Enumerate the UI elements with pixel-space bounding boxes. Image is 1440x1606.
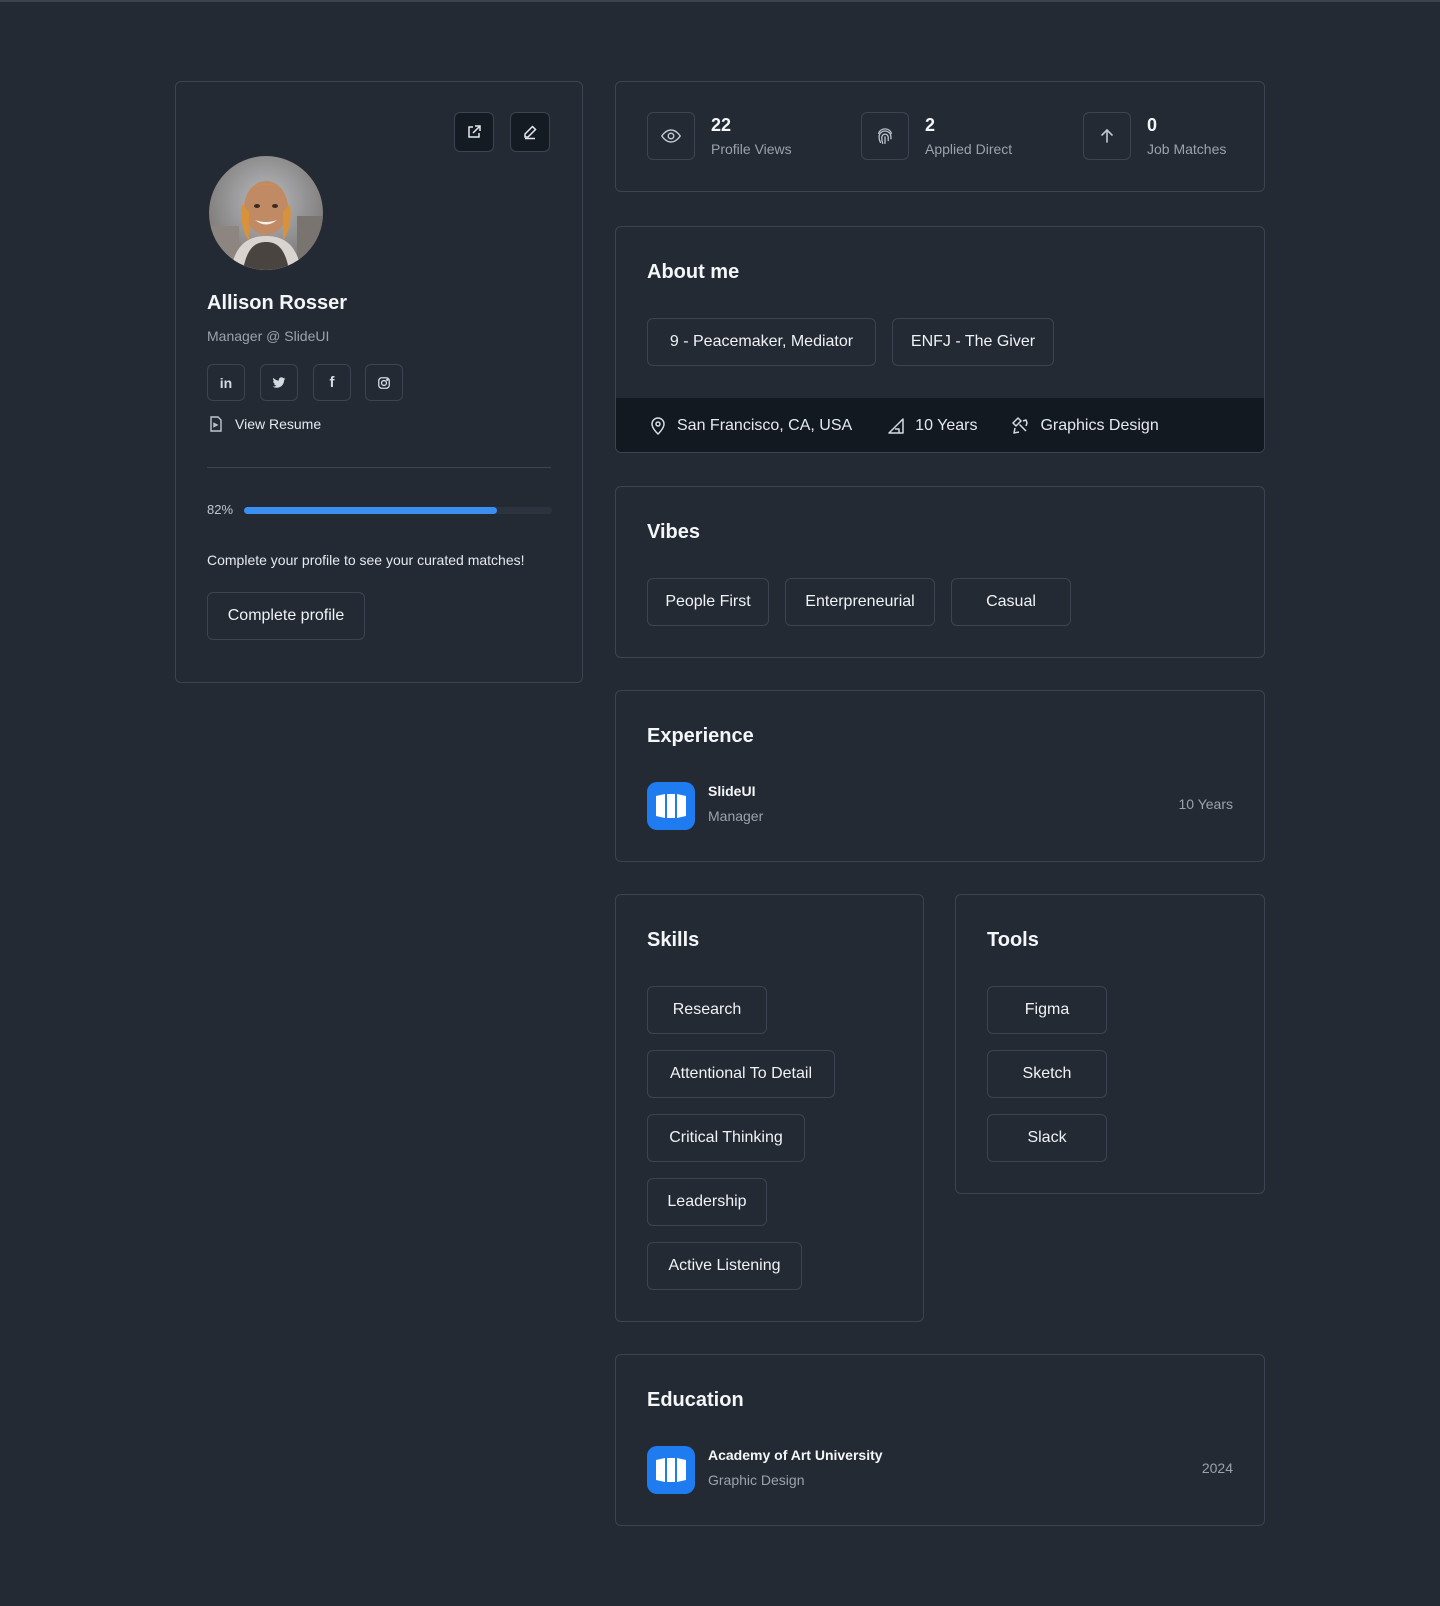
education-year: 2024 bbox=[1201, 1460, 1233, 1476]
edit-button[interactable] bbox=[510, 112, 550, 152]
eye-icon bbox=[660, 129, 682, 143]
avatar bbox=[209, 156, 323, 270]
about-card: About me 9 - Peacemaker, Mediator ENFJ -… bbox=[615, 226, 1265, 453]
skill-chip[interactable]: Critical Thinking bbox=[647, 1114, 805, 1162]
location-text: San Francisco, CA, USA bbox=[677, 417, 853, 434]
experience-card: Experience SlideUI Manager 10 Years bbox=[615, 690, 1265, 862]
education-school: Academy of Art University bbox=[708, 1447, 883, 1463]
complete-profile-button[interactable]: Complete profile bbox=[207, 592, 365, 640]
share-button[interactable] bbox=[454, 112, 494, 152]
school-logo-icon bbox=[656, 1458, 686, 1482]
profile-role: Manager @ SlideUI bbox=[207, 328, 330, 344]
education-card: Education Academy of Art University Grap… bbox=[615, 1354, 1265, 1526]
tool-chip[interactable]: Sketch bbox=[987, 1050, 1107, 1098]
experience-years-item: 10 Years bbox=[886, 416, 977, 436]
stat-views-label: Profile Views bbox=[711, 141, 792, 157]
vibes-card: Vibes People First Enterpreneurial Casua… bbox=[615, 486, 1265, 658]
skills-title: Skills bbox=[647, 929, 700, 951]
field-text: Graphics Design bbox=[1040, 417, 1159, 434]
profile-card: Allison Rosser Manager @ SlideUI in f Vi… bbox=[175, 81, 583, 683]
experience-years-text: 10 Years bbox=[915, 417, 978, 434]
stat-views-value: 22 bbox=[711, 115, 732, 135]
set-square-icon bbox=[888, 418, 904, 434]
skills-card: Skills Research Attentional To Detail Cr… bbox=[615, 894, 924, 1322]
stat-views-icon-box bbox=[647, 112, 695, 160]
arrow-up-icon bbox=[1101, 128, 1113, 143]
enneagram-chip[interactable]: 9 - Peacemaker, Mediator bbox=[647, 318, 876, 366]
vibe-chip[interactable]: Casual bbox=[951, 578, 1071, 626]
stats-card: 22 Profile Views 2 Applied Direct 0 Job … bbox=[615, 81, 1265, 192]
company-logo-icon bbox=[656, 794, 686, 818]
pencil-icon bbox=[524, 125, 537, 140]
tools-title: Tools bbox=[987, 929, 1039, 951]
progress-percent: 82% bbox=[207, 502, 234, 517]
vibes-title: Vibes bbox=[647, 521, 700, 543]
skill-chip[interactable]: Research bbox=[647, 986, 767, 1034]
divider bbox=[207, 467, 551, 468]
field-item: Graphics Design bbox=[1011, 416, 1159, 436]
experience-position: Manager bbox=[708, 808, 764, 824]
linkedin-icon: in bbox=[219, 374, 233, 391]
tools-card: Tools Figma Sketch Slack bbox=[955, 894, 1265, 1194]
tool-chip[interactable]: Figma bbox=[987, 986, 1107, 1034]
twitter-icon bbox=[272, 376, 286, 388]
skill-chip[interactable]: Attentional To Detail bbox=[647, 1050, 835, 1098]
experience-duration: 10 Years bbox=[1178, 796, 1234, 812]
location-item: San Francisco, CA, USA bbox=[648, 416, 852, 436]
instagram-button[interactable] bbox=[365, 364, 403, 401]
fingerprint-icon bbox=[877, 128, 893, 144]
instagram-icon bbox=[378, 376, 390, 389]
school-logo bbox=[647, 1446, 695, 1494]
mbti-chip[interactable]: ENFJ - The Giver bbox=[892, 318, 1054, 366]
slideui-logo bbox=[647, 782, 695, 830]
vibe-chip[interactable]: People First bbox=[647, 578, 769, 626]
complete-profile-hint: Complete your profile to see your curate… bbox=[207, 552, 525, 568]
facebook-icon: f bbox=[329, 374, 335, 391]
skill-chip[interactable]: Active Listening bbox=[647, 1242, 802, 1290]
skill-chip[interactable]: Leadership bbox=[647, 1178, 767, 1226]
facebook-button[interactable]: f bbox=[313, 364, 351, 401]
progress-bar bbox=[244, 507, 552, 514]
about-title: About me bbox=[647, 261, 740, 283]
stat-applied-value: 2 bbox=[925, 115, 936, 135]
external-link-icon bbox=[468, 125, 481, 138]
stat-matches-value: 0 bbox=[1147, 115, 1158, 135]
linkedin-button[interactable]: in bbox=[207, 364, 245, 401]
design-tool-icon bbox=[1012, 417, 1029, 434]
stat-applied-icon-box bbox=[861, 112, 909, 160]
document-icon bbox=[210, 416, 222, 432]
avatar-photo bbox=[209, 156, 323, 270]
education-program: Graphic Design bbox=[708, 1472, 805, 1488]
experience-title: Experience bbox=[647, 725, 754, 747]
view-resume-link[interactable]: View Resume bbox=[207, 415, 321, 433]
vibe-chip[interactable]: Enterpreneurial bbox=[785, 578, 935, 626]
education-title: Education bbox=[647, 1389, 744, 1411]
tool-chip[interactable]: Slack bbox=[987, 1114, 1107, 1162]
stat-matches-label: Job Matches bbox=[1147, 141, 1227, 157]
view-resume-label: View Resume bbox=[235, 416, 322, 432]
experience-company: SlideUI bbox=[708, 783, 756, 799]
twitter-button[interactable] bbox=[260, 364, 298, 401]
progress-bar-fill bbox=[244, 507, 497, 514]
stat-applied-label: Applied Direct bbox=[925, 141, 1013, 157]
about-details-bar: San Francisco, CA, USA 10 Years Graphics… bbox=[616, 398, 1264, 452]
stat-matches-icon-box bbox=[1083, 112, 1131, 160]
profile-name: Allison Rosser bbox=[207, 292, 348, 314]
location-pin-icon bbox=[651, 417, 665, 436]
